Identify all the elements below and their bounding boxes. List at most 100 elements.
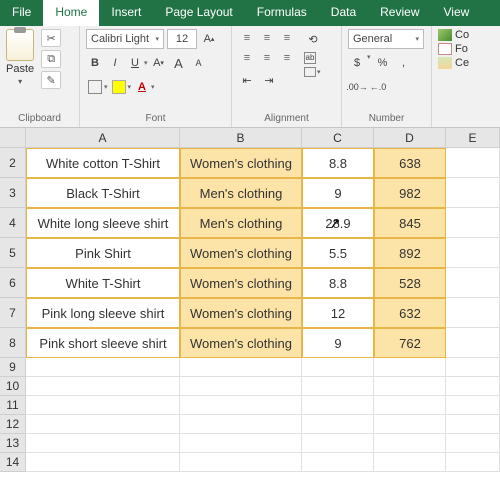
cell-a6[interactable]: White T-Shirt [26, 268, 180, 298]
cell-b4[interactable]: Men's clothing [180, 208, 302, 238]
merge-button[interactable]: ▾ [304, 67, 322, 77]
cell-e8[interactable] [446, 328, 500, 358]
cell-empty-14-4[interactable] [446, 453, 500, 472]
cell-empty-11-2[interactable] [302, 396, 374, 415]
cell-empty-10-4[interactable] [446, 377, 500, 396]
paste-icon[interactable] [6, 29, 34, 61]
decrease-decimal[interactable]: ←.0 [369, 77, 387, 97]
font-name-combo[interactable]: Calibri Light▾ [86, 29, 164, 49]
cell-d6[interactable]: 528 [374, 268, 446, 298]
cell-c6[interactable]: 8.8 [302, 268, 374, 298]
tab-home[interactable]: Home [43, 0, 99, 26]
col-header-B[interactable]: B [180, 128, 302, 148]
align-middle[interactable]: ≡ [258, 29, 276, 47]
col-header-D[interactable]: D [374, 128, 446, 148]
cell-e2[interactable] [446, 148, 500, 178]
row-header-5[interactable]: 5 [0, 238, 26, 268]
align-right[interactable]: ≡ [278, 49, 296, 67]
cell-a5[interactable]: Pink Shirt [26, 238, 180, 268]
row-header-8[interactable]: 8 [0, 328, 26, 358]
cell-empty-10-0[interactable] [26, 377, 180, 396]
currency-button[interactable]: $ [348, 53, 366, 73]
cell-b3[interactable]: Men's clothing [180, 178, 302, 208]
row-header-11[interactable]: 11 [0, 396, 26, 415]
cell-e4[interactable] [446, 208, 500, 238]
copy-button[interactable]: ⧉ [41, 50, 61, 68]
cell-d2[interactable]: 638 [374, 148, 446, 178]
tab-page-layout[interactable]: Page Layout [153, 0, 244, 26]
cell-e3[interactable] [446, 178, 500, 208]
cell-b6[interactable]: Women's clothing [180, 268, 302, 298]
cell-b8[interactable]: Women's clothing [180, 328, 302, 358]
cell-empty-11-4[interactable] [446, 396, 500, 415]
cell-d5[interactable]: 892 [374, 238, 446, 268]
cell-empty-11-0[interactable] [26, 396, 180, 415]
orientation-button[interactable]: ⟲ [304, 29, 322, 49]
percent-button[interactable]: % [374, 53, 392, 73]
col-header-A[interactable]: A [26, 128, 180, 148]
fill-color-button[interactable] [110, 77, 128, 97]
align-left[interactable]: ≡ [238, 49, 256, 67]
tab-data[interactable]: Data [319, 0, 368, 26]
comma-button[interactable]: , [395, 53, 413, 73]
tab-insert[interactable]: Insert [99, 0, 153, 26]
cell-a8[interactable]: Pink short sleeve shirt [26, 328, 180, 358]
cell-empty-14-1[interactable] [180, 453, 302, 472]
cell-styles[interactable]: Ce [438, 57, 494, 69]
cell-d3[interactable]: 982 [374, 178, 446, 208]
align-top[interactable]: ≡ [238, 29, 256, 47]
cell-empty-9-2[interactable] [302, 358, 374, 377]
align-center[interactable]: ≡ [258, 49, 276, 67]
cell-empty-12-2[interactable] [302, 415, 374, 434]
tab-file[interactable]: File [0, 0, 43, 26]
cell-d7[interactable]: 632 [374, 298, 446, 328]
cell-empty-14-3[interactable] [374, 453, 446, 472]
cell-empty-13-4[interactable] [446, 434, 500, 453]
cell-empty-9-1[interactable] [180, 358, 302, 377]
tab-formulas[interactable]: Formulas [245, 0, 319, 26]
format-as-table[interactable]: Fo [438, 43, 494, 55]
cell-empty-10-2[interactable] [302, 377, 374, 396]
cell-c4[interactable]: 28.9 [302, 208, 374, 238]
decrease-indent[interactable]: ⇤ [238, 70, 256, 90]
select-all-corner[interactable] [0, 128, 26, 148]
paste-button[interactable]: Paste [6, 63, 34, 75]
font-grow-icon[interactable]: A [170, 53, 188, 73]
row-header-2[interactable]: 2 [0, 148, 26, 178]
cell-c3[interactable]: 9 [302, 178, 374, 208]
cell-empty-9-3[interactable] [374, 358, 446, 377]
conditional-formatting[interactable]: Co [438, 29, 494, 41]
spreadsheet-grid[interactable]: ABCDE2White cotton T-ShirtWomen's clothi… [0, 128, 500, 472]
cell-empty-10-1[interactable] [180, 377, 302, 396]
row-header-6[interactable]: 6 [0, 268, 26, 298]
format-painter-button[interactable]: ✎ [41, 71, 61, 89]
cell-c7[interactable]: 12 [302, 298, 374, 328]
cell-empty-12-4[interactable] [446, 415, 500, 434]
increase-font-button[interactable]: A▴ [200, 29, 218, 49]
italic-button[interactable]: I [106, 53, 124, 73]
row-header-14[interactable]: 14 [0, 453, 26, 472]
cell-b7[interactable]: Women's clothing [180, 298, 302, 328]
cell-d8[interactable]: 762 [374, 328, 446, 358]
decrease-font-button[interactable]: A▾ [150, 53, 168, 73]
underline-button[interactable]: U [126, 53, 144, 73]
bold-button[interactable]: B [86, 53, 104, 73]
cell-a3[interactable]: Black T-Shirt [26, 178, 180, 208]
row-header-7[interactable]: 7 [0, 298, 26, 328]
cell-e6[interactable] [446, 268, 500, 298]
font-color-button[interactable]: A [133, 77, 151, 97]
number-format-combo[interactable]: General▾ [348, 29, 424, 49]
cell-empty-9-0[interactable] [26, 358, 180, 377]
cell-empty-14-2[interactable] [302, 453, 374, 472]
row-header-9[interactable]: 9 [0, 358, 26, 377]
align-bottom[interactable]: ≡ [278, 29, 296, 47]
cell-c5[interactable]: 5.5 [302, 238, 374, 268]
cell-a4[interactable]: White long sleeve shirt [26, 208, 180, 238]
row-header-12[interactable]: 12 [0, 415, 26, 434]
cell-empty-13-2[interactable] [302, 434, 374, 453]
paste-dropdown[interactable]: ▾ [18, 77, 22, 86]
cell-c2[interactable]: 8.8 [302, 148, 374, 178]
cell-d4[interactable]: 845 [374, 208, 446, 238]
increase-indent[interactable]: ⇥ [260, 70, 278, 90]
cell-empty-12-0[interactable] [26, 415, 180, 434]
